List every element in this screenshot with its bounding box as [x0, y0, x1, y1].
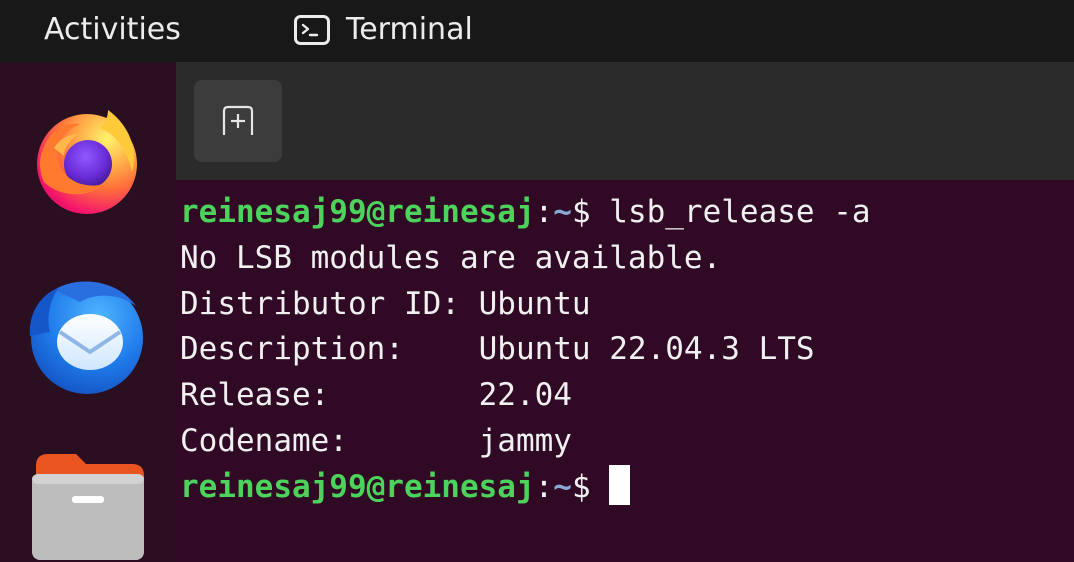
prompt-user-host: reinesaj99@reinesaj [180, 194, 535, 230]
files-icon[interactable] [28, 452, 148, 562]
terminal-icon [294, 15, 330, 45]
output-line: Distributor ID: Ubuntu [180, 285, 591, 322]
prompt-user-host: reinesaj99@reinesaj [180, 468, 535, 505]
output-line: No LSB modules are available. [180, 239, 722, 276]
activities-button[interactable]: Activities [44, 10, 181, 50]
prompt-colon: : [534, 194, 554, 230]
output-line: Description: Ubuntu 22.04.3 LTS [180, 331, 815, 368]
terminal-headerbar [176, 62, 1074, 180]
top-bar: Activities Terminal [0, 0, 1074, 62]
terminal-output[interactable]: reinesaj99@reinesaj:~$ lsb_release -a No … [176, 180, 1074, 562]
new-tab-icon [222, 105, 254, 135]
dock [0, 62, 176, 562]
prompt-path: ~ [553, 194, 572, 230]
thunderbird-icon[interactable] [24, 272, 150, 398]
new-tab-button[interactable] [194, 80, 282, 162]
prompt-path: ~ [553, 468, 572, 505]
output-line: Codename: jammy [180, 422, 572, 459]
command-line: reinesaj99@reinesaj:~$ lsb_release -a [180, 190, 1074, 236]
firefox-icon[interactable] [30, 102, 144, 216]
prompt-dollar: $ [571, 468, 610, 505]
app-name-label: Terminal [346, 12, 473, 47]
app-menu[interactable]: Terminal [294, 10, 473, 50]
command-text: lsb_release -a [609, 194, 871, 230]
text-cursor [609, 464, 631, 505]
active-prompt-line[interactable]: reinesaj99@reinesaj:~$ [180, 464, 1074, 511]
prompt-dollar: $ [571, 194, 610, 230]
prompt-colon: : [534, 468, 554, 505]
output-line: Release: 22.04 [180, 377, 572, 414]
